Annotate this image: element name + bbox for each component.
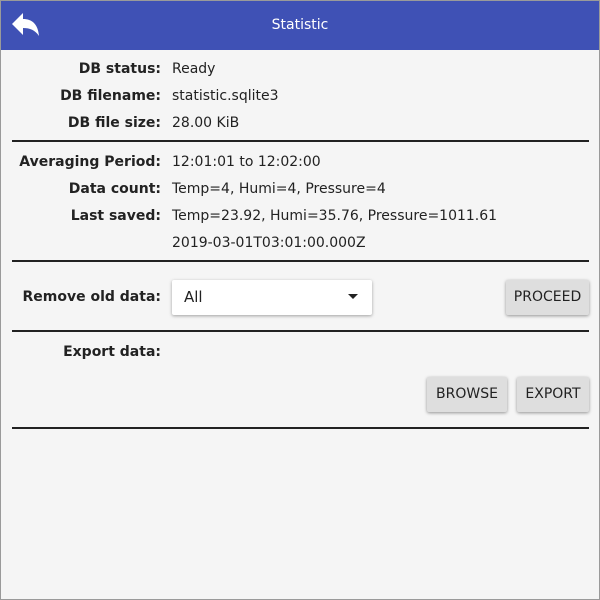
db-size-value: 28.00 KiB <box>172 115 240 131</box>
proceed-button[interactable]: PROCEED <box>506 280 589 315</box>
db-size-label: DB file size: <box>67 115 161 131</box>
last-saved-timestamp-row: 2019-03-01T03:01:00.000Z <box>1 233 599 253</box>
app-header: Statistic <box>1 1 599 50</box>
data-count-label: Data count: <box>68 181 161 197</box>
remove-old-data-select[interactable]: All <box>172 280 372 315</box>
export-data-label: Export data: <box>63 344 161 360</box>
db-status-label: DB status: <box>78 61 161 77</box>
averaging-period-row: Averaging Period: 12:01:01 to 12:02:00 <box>1 152 599 172</box>
db-status-value: Ready <box>172 61 216 77</box>
divider <box>12 140 589 142</box>
averaging-period-value: 12:01:01 to 12:02:00 <box>172 154 321 170</box>
browse-button[interactable]: BROWSE <box>427 377 507 412</box>
averaging-period-label: Averaging Period: <box>19 154 161 170</box>
last-saved-label: Last saved: <box>70 208 161 224</box>
db-filename-value: statistic.sqlite3 <box>172 88 279 104</box>
data-count-value: Temp=4, Humi=4, Pressure=4 <box>172 181 386 197</box>
db-filename-label: DB filename: <box>60 88 161 104</box>
remove-old-data-label: Remove old data: <box>22 289 162 305</box>
last-saved-row: Last saved: Temp=23.92, Humi=35.76, Pres… <box>1 206 599 226</box>
export-button[interactable]: EXPORT <box>517 377 589 412</box>
db-filename-row: DB filename: statistic.sqlite3 <box>1 86 599 106</box>
remove-old-data-selected: All <box>184 288 203 306</box>
chevron-down-icon <box>348 294 358 299</box>
last-saved-value: Temp=23.92, Humi=35.76, Pressure=1011.61 <box>172 208 498 224</box>
last-saved-timestamp: 2019-03-01T03:01:00.000Z <box>172 235 366 251</box>
divider <box>12 330 589 332</box>
divider <box>12 427 589 429</box>
data-count-row: Data count: Temp=4, Humi=4, Pressure=4 <box>1 179 599 199</box>
divider <box>12 260 589 262</box>
export-data-row: Export data: <box>1 342 599 362</box>
page-title: Statistic <box>271 17 329 33</box>
statistic-window: Statistic DB status: Ready DB filename: … <box>0 0 600 600</box>
db-size-row: DB file size: 28.00 KiB <box>1 113 599 133</box>
db-status-row: DB status: Ready <box>1 59 599 79</box>
